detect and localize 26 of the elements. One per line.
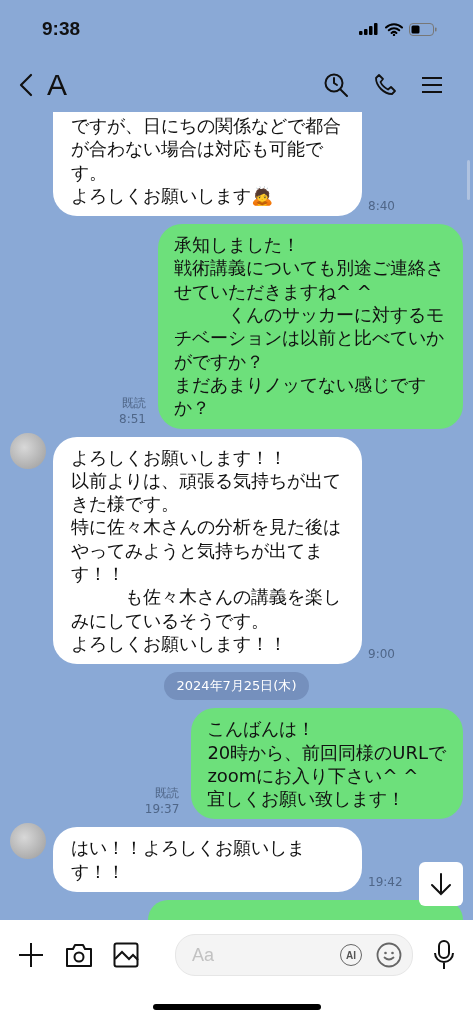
message-text: はい！！よろしくお願いします！！ — [71, 836, 306, 883]
message-text: よろしくお願いします！！ — [71, 631, 288, 656]
read-receipt: 既読 — [155, 785, 180, 802]
chat-title: A — [47, 68, 67, 102]
message-text: くんのサッカーに対するモチベーションは以前と比べていかがですか？ — [174, 303, 445, 373]
message-text: 宜しくお願い致します！ — [207, 787, 407, 811]
message-text: ですが、日にちの関係などで都合が合わない場合は対応も可能です。 — [71, 114, 342, 184]
message-text: こんばんは！ — [207, 717, 317, 741]
date-chip: 2024年7月25日(木) — [164, 672, 309, 701]
message-text: zoomにお入り下さい^ ^ — [207, 763, 420, 788]
message-time: 8:51 — [119, 410, 146, 427]
message-time: 8:40 — [368, 198, 395, 215]
message-text: まだあまりノッてない感じですか？ — [174, 372, 427, 420]
message-time: 19:42 — [368, 874, 403, 890]
status-time: 9:38 — [42, 18, 82, 40]
message-text: も佐々木さんの講義を楽しみにしているそうです。 — [71, 585, 342, 632]
message-text: 20時から、前回同様のURLで — [207, 740, 446, 764]
message-text: 戦術講義についても別途ご連絡させていただきますね^ ^ — [174, 256, 445, 304]
message-text: よろしくお願いします！！ — [71, 445, 288, 469]
message-text: 以前よりは、頑張る気持ちが出てきた様です。 — [71, 468, 342, 516]
read-receipt: 既読 — [122, 394, 146, 411]
message-time: 19:37 — [144, 801, 180, 818]
message-time: 9:00 — [368, 646, 395, 663]
message-text: 特に佐々木さんの分析を見た後はやってみようと気持ちが出てます！！ — [71, 515, 342, 586]
message-text: 承知しました！ — [174, 233, 301, 257]
message-text: よろしくお願いします🙇 — [71, 183, 274, 208]
